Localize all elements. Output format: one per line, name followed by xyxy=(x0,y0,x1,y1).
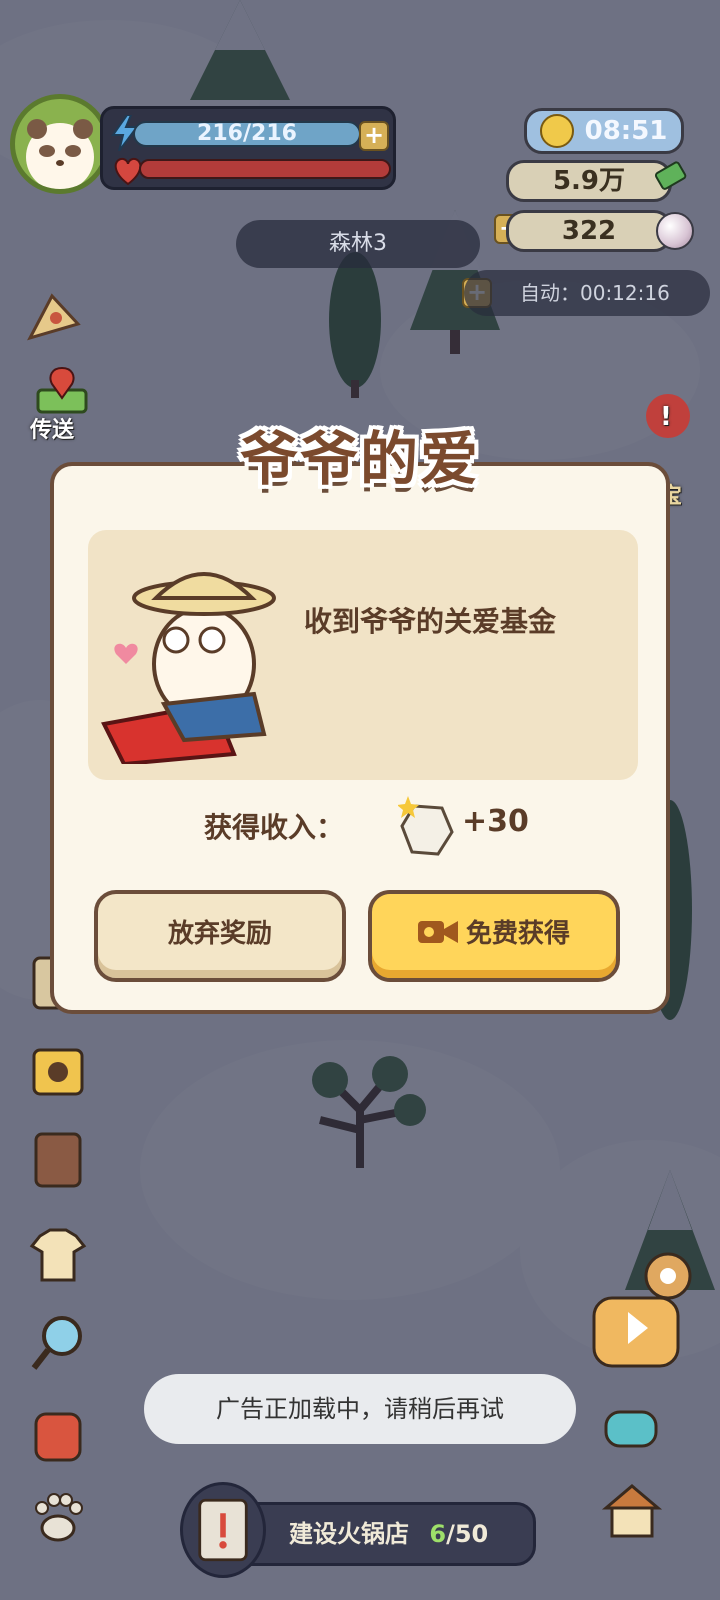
paw-print-icon[interactable] xyxy=(26,1486,90,1550)
backpack-icon[interactable] xyxy=(26,1400,90,1464)
auto-timer: 自动：00:12:16 xyxy=(464,270,710,316)
pearl-counter: 322 xyxy=(506,210,672,252)
grandpa-panda-illustration xyxy=(101,572,276,764)
money-counter: 5.9万 xyxy=(506,160,672,202)
magnifier-icon[interactable] xyxy=(26,1310,90,1374)
build-task-label: 建设火锅店 xyxy=(289,1520,409,1548)
abandon-reward-label: 放弃奖励 xyxy=(167,919,272,949)
auto-collect-play-icon[interactable] xyxy=(590,1294,682,1370)
video-camera-icon xyxy=(417,920,458,943)
energy-value: 216/216 xyxy=(197,121,297,146)
energy-bar: 216/216 xyxy=(133,121,361,147)
location-name: 森林3 xyxy=(236,220,480,268)
dialog-title: 爷爷的爱 xyxy=(239,425,480,493)
dialog-message: 收到爷爷的关爱基金 xyxy=(304,605,557,638)
income-value: +30 xyxy=(462,804,529,839)
reward-dialog: 收到爷爷的关爱基金 获得收入： +30 放弃奖励 免费获得 xyxy=(50,462,670,1014)
add-energy-button[interactable]: + xyxy=(359,121,389,151)
clothes-shirt-icon[interactable] xyxy=(26,1222,90,1286)
free-claim-button[interactable]: 免费获得 xyxy=(368,890,620,982)
shop-house-icon[interactable] xyxy=(600,1478,664,1542)
sun-weather-icon xyxy=(540,114,574,148)
player-avatar[interactable] xyxy=(10,94,110,194)
cash-stack-icon xyxy=(654,161,687,190)
story-panel: 收到爷爷的关爱基金 xyxy=(88,530,638,780)
task-clipboard-icon[interactable] xyxy=(180,1482,266,1578)
crystal-icon xyxy=(398,796,454,856)
income-row: 获得收入： +30 xyxy=(54,796,666,856)
abandon-reward-button[interactable]: 放弃奖励 xyxy=(94,890,346,982)
build-progress-count: 6 xyxy=(429,1520,447,1548)
recipe-book-icon[interactable] xyxy=(26,1126,90,1190)
player-stats-panel: 216/216 + xyxy=(100,106,396,190)
map-scroll-icon[interactable] xyxy=(22,288,86,352)
gift-bag-icon[interactable] xyxy=(26,1036,90,1100)
pearl-icon xyxy=(656,212,694,250)
free-claim-label: 免费获得 xyxy=(465,919,570,949)
whistle-icon[interactable] xyxy=(600,1396,664,1460)
income-label: 获得收入： xyxy=(204,811,345,844)
panda-avatar-icon xyxy=(26,119,94,189)
toast-message: 广告正加载中，请稍后再试 xyxy=(144,1374,576,1444)
health-bar xyxy=(139,159,391,179)
build-progress-total: /50 xyxy=(446,1520,489,1548)
